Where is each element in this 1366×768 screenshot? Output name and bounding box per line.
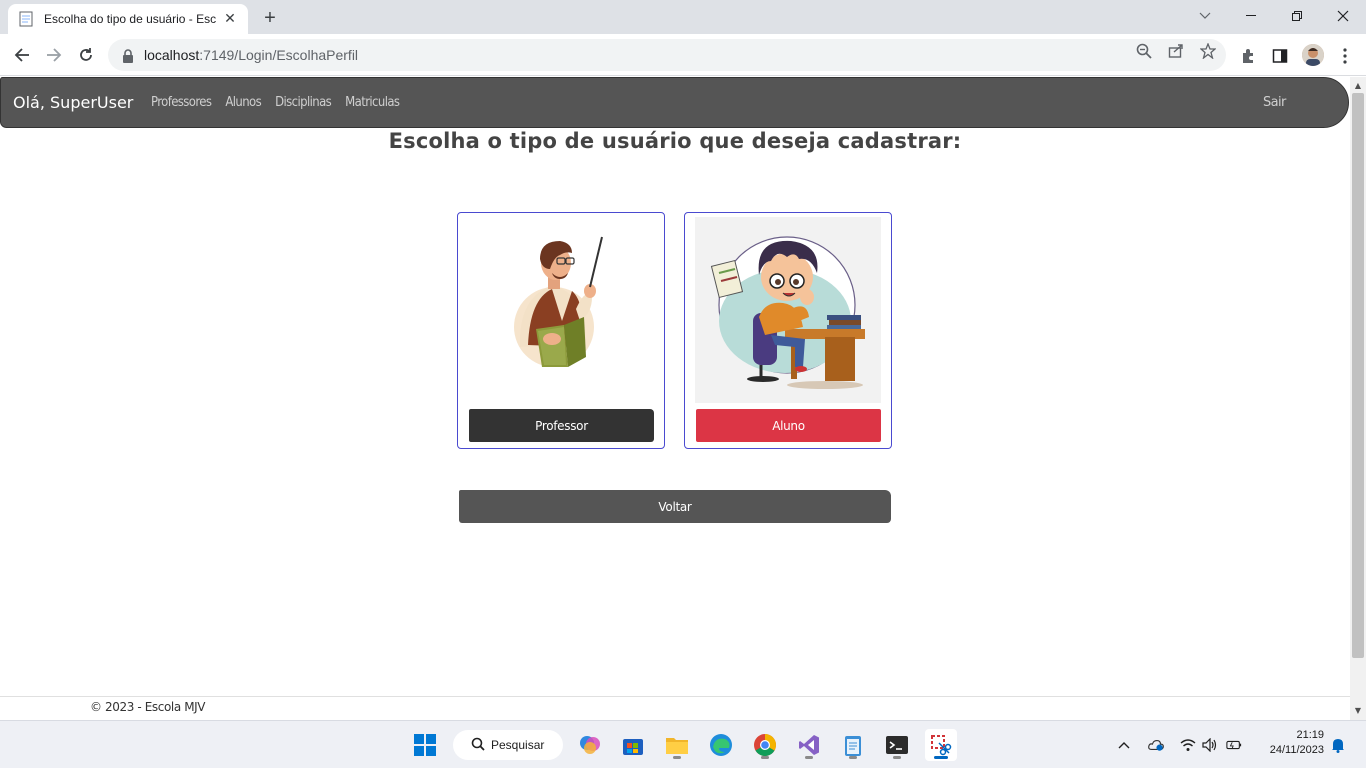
page-title: Escolha o tipo de usuário que deseja cad… <box>388 129 962 153</box>
professor-card[interactable]: Professor <box>457 212 665 449</box>
new-tab-icon[interactable]: + <box>258 6 282 30</box>
footer-copyright: © 2023 - Escola MJV <box>90 700 206 714</box>
minimize-icon[interactable] <box>1228 4 1274 28</box>
aluno-button[interactable]: Aluno <box>696 409 881 442</box>
reload-icon[interactable] <box>73 42 99 68</box>
forward-icon[interactable] <box>41 42 67 68</box>
page-favicon-icon <box>18 11 34 27</box>
browser-tab[interactable]: Escolha do tipo de usuário - Esc ✕ <box>8 4 248 34</box>
running-indicator <box>673 756 681 759</box>
nav-link-alunos[interactable]: Alunos <box>225 95 261 110</box>
scrollbar-thumb[interactable] <box>1352 93 1364 658</box>
aluno-card[interactable]: Aluno <box>684 212 892 449</box>
page-viewport: Olá, SuperUser Professores Alunos Discip… <box>0 77 1350 720</box>
back-icon[interactable] <box>9 42 35 68</box>
scroll-down-icon[interactable]: ▼ <box>1354 706 1362 715</box>
store-icon[interactable] <box>617 729 649 761</box>
active-indicator <box>934 756 948 759</box>
close-window-icon[interactable] <box>1320 4 1366 28</box>
nav-links: Professores Alunos Disciplinas Matricula… <box>151 95 400 110</box>
windows-taskbar: Pesquisar 21:19 24/11/2023 <box>0 720 1366 768</box>
windows-start-icon[interactable] <box>409 729 441 761</box>
tab-close-icon[interactable]: ✕ <box>222 11 238 27</box>
search-icon <box>471 736 485 755</box>
navbar-brand[interactable]: Olá, SuperUser <box>13 93 133 112</box>
visual-studio-icon[interactable] <box>793 729 825 761</box>
file-explorer-icon[interactable] <box>661 729 693 761</box>
logout-link[interactable]: Sair <box>1263 95 1286 110</box>
copilot-icon[interactable] <box>574 729 606 761</box>
teacher-illustration[interactable] <box>468 217 654 403</box>
profile-avatar[interactable] <box>1302 44 1324 66</box>
running-indicator <box>849 756 857 759</box>
nav-link-professores[interactable]: Professores <box>151 95 212 110</box>
battery-icon[interactable] <box>1226 737 1242 753</box>
running-indicator <box>893 756 901 759</box>
snipping-tool-icon[interactable] <box>925 729 957 761</box>
menu-icon[interactable] <box>1335 46 1355 66</box>
notification-bell-icon[interactable] <box>1330 737 1346 753</box>
star-icon[interactable] <box>1199 42 1217 60</box>
edge-icon[interactable] <box>705 729 737 761</box>
page-footer: © 2023 - Escola MJV <box>0 696 1350 720</box>
scroll-up-icon[interactable]: ▲ <box>1354 81 1362 90</box>
notepad-icon[interactable] <box>837 729 869 761</box>
share-icon[interactable] <box>1167 42 1185 60</box>
nav-link-disciplinas[interactable]: Disciplinas <box>275 95 332 110</box>
onedrive-icon[interactable] <box>1148 737 1164 753</box>
browser-tabstrip: Escolha do tipo de usuário - Esc ✕ + <box>0 0 1366 34</box>
browser-toolbar: localhost:7149/Login/EscolhaPerfil <box>0 34 1366 76</box>
tab-title: Escolha do tipo de usuário - Esc <box>44 12 216 26</box>
clock-date: 24/11/2023 <box>1269 744 1324 756</box>
voltar-button[interactable]: Voltar <box>459 490 891 523</box>
professor-button[interactable]: Professor <box>469 409 654 442</box>
page-scrollbar[interactable]: ▲ ▼ <box>1350 77 1366 720</box>
restore-icon[interactable] <box>1274 4 1320 28</box>
volume-icon[interactable] <box>1202 737 1218 753</box>
wifi-icon[interactable] <box>1180 737 1196 753</box>
terminal-icon[interactable] <box>881 729 913 761</box>
lock-icon[interactable] <box>122 48 134 63</box>
taskbar-search[interactable]: Pesquisar <box>453 730 563 760</box>
running-indicator <box>805 756 813 759</box>
running-indicator <box>761 756 769 759</box>
extensions-icon[interactable] <box>1238 46 1258 66</box>
top-navbar: Olá, SuperUser Professores Alunos Discip… <box>0 77 1349 128</box>
chrome-icon[interactable] <box>749 729 781 761</box>
nav-link-matriculas[interactable]: Matriculas <box>345 95 400 110</box>
zoom-icon[interactable] <box>1135 42 1153 60</box>
sidepanel-icon[interactable] <box>1270 46 1290 66</box>
tray-overflow-icon[interactable] <box>1116 737 1132 753</box>
search-placeholder: Pesquisar <box>491 738 545 752</box>
url-text: localhost:7149/Login/EscolhaPerfil <box>144 47 359 63</box>
clock-time: 21:19 <box>1296 729 1324 741</box>
student-illustration[interactable] <box>695 217 881 403</box>
taskbar-clock[interactable]: 21:19 24/11/2023 <box>1258 728 1324 758</box>
tab-search-icon[interactable] <box>1182 4 1228 28</box>
address-bar[interactable]: localhost:7149/Login/EscolhaPerfil <box>108 39 1226 71</box>
